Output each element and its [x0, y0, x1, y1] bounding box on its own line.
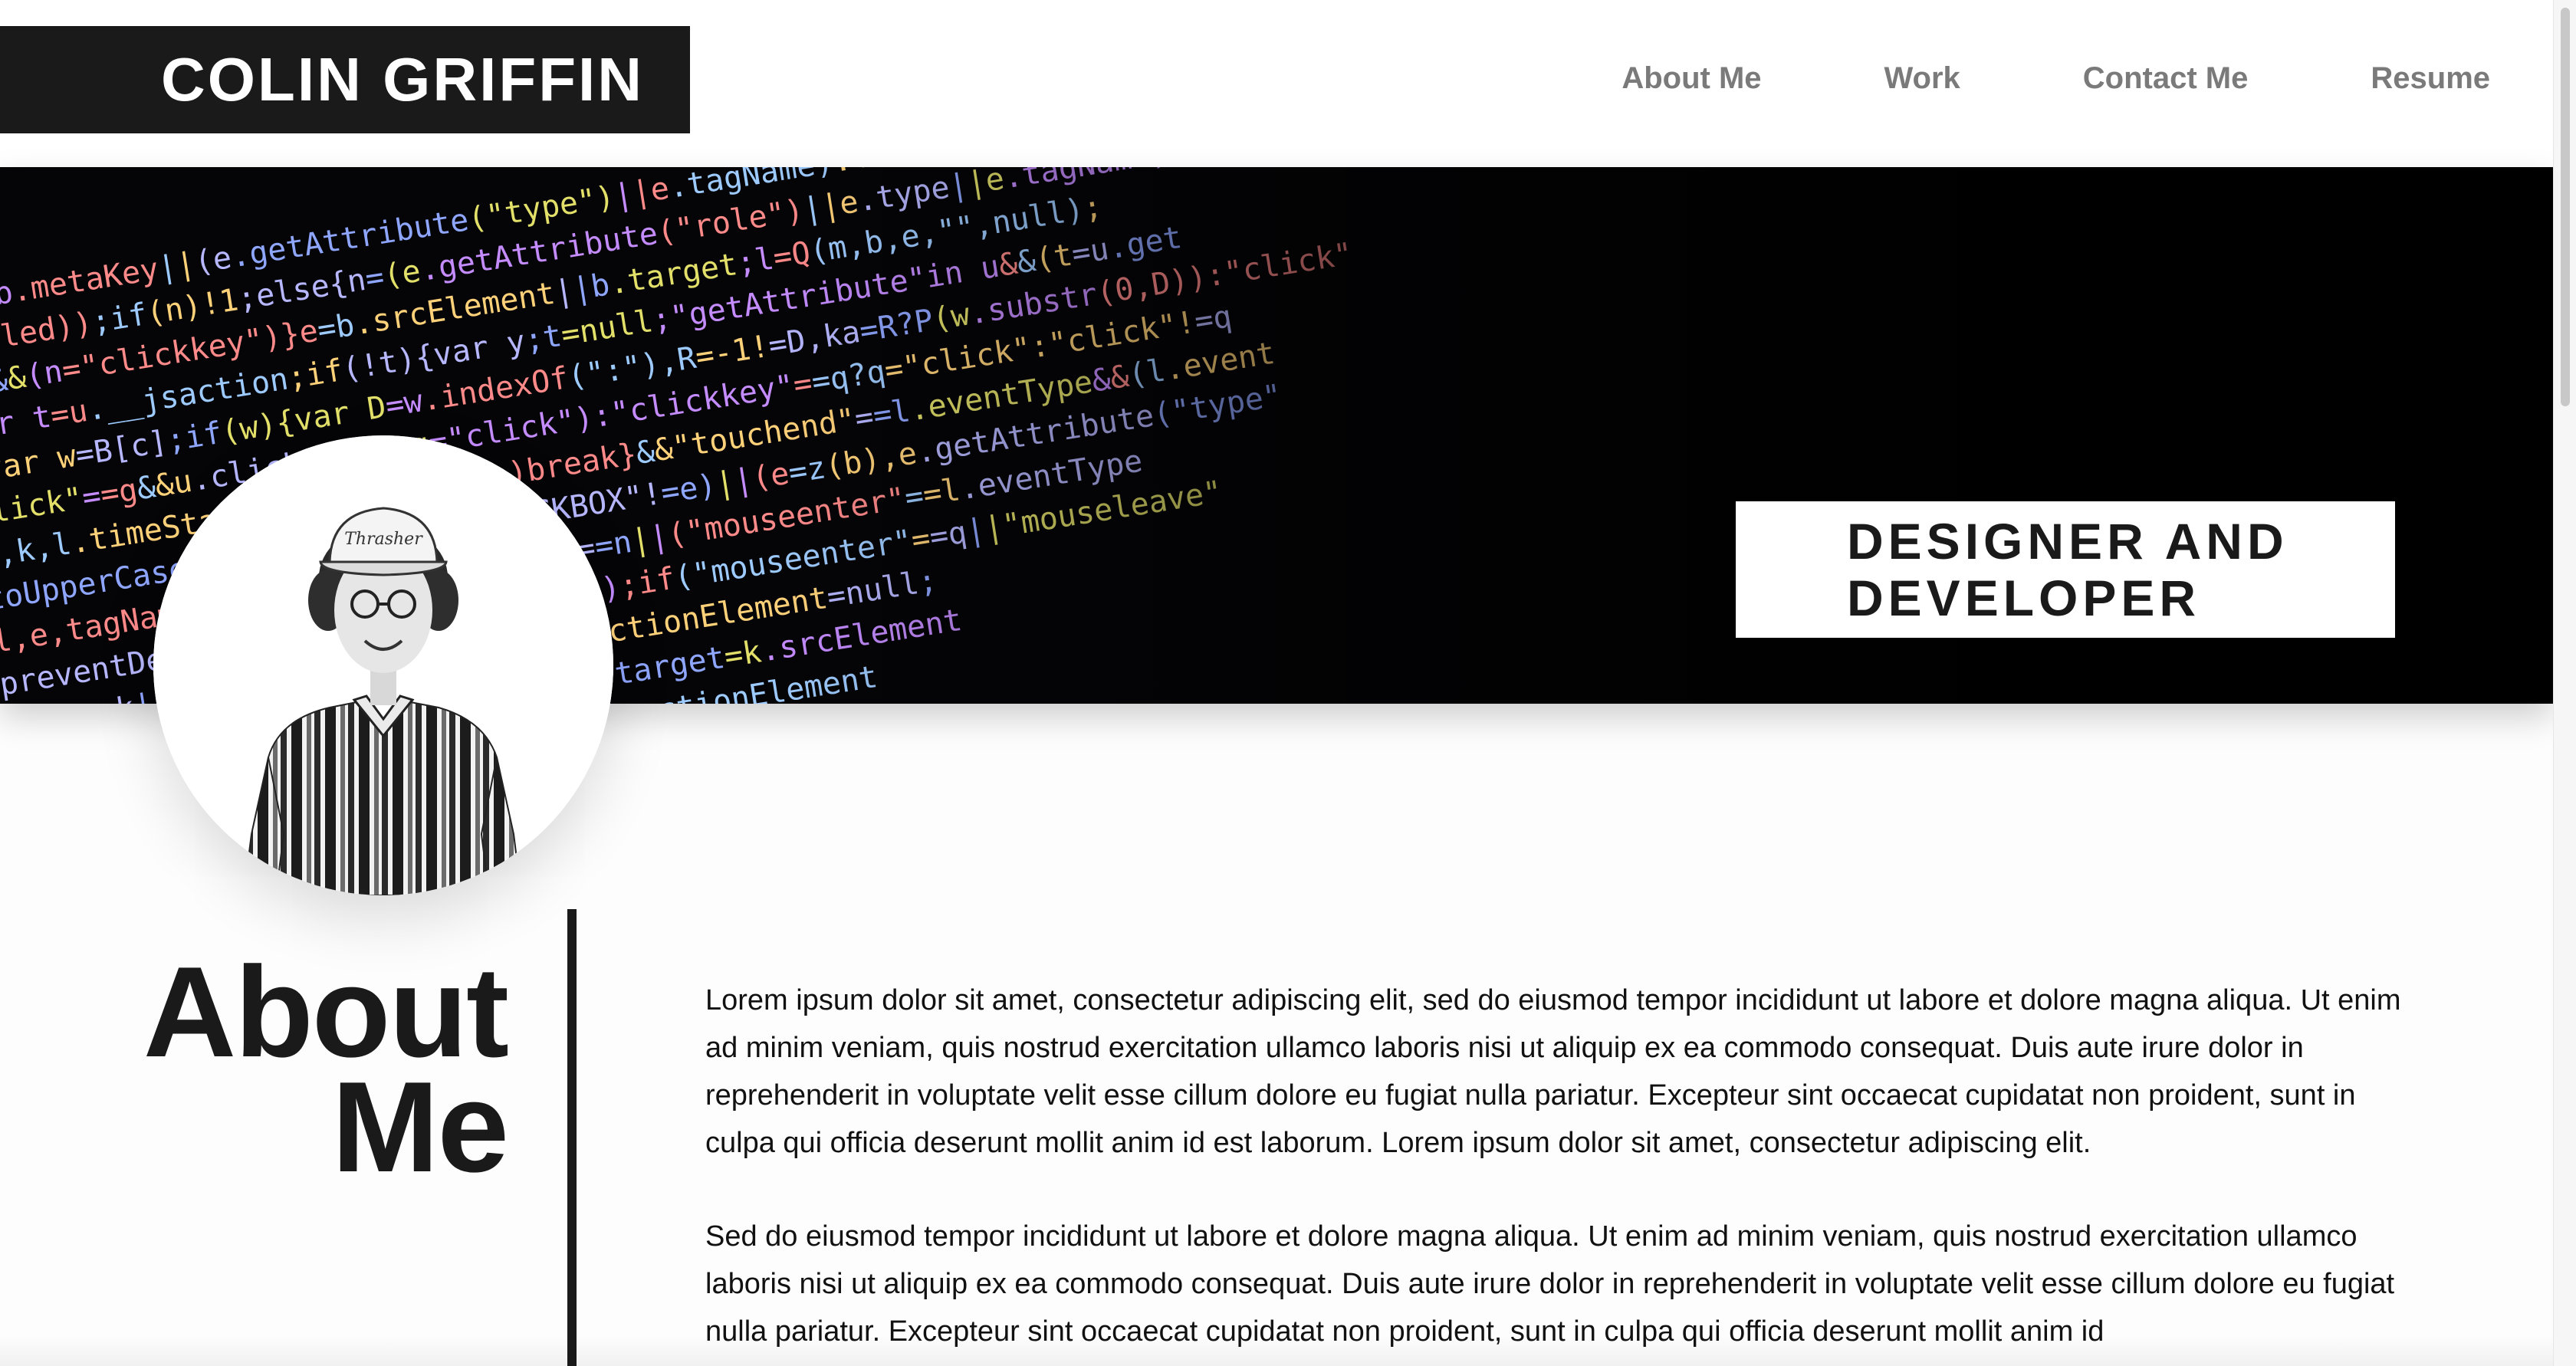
tagline-box: DESIGNER AND DEVELOPER: [1736, 501, 2395, 638]
bottom-fade: [0, 1335, 2553, 1366]
site-header: COLIN GRIFFIN About Me Work Contact Me R…: [0, 0, 2553, 167]
about-heading-line-2: Me: [331, 1055, 509, 1199]
portfolio-page: COLIN GRIFFIN About Me Work Contact Me R…: [0, 0, 2576, 1366]
nav-link-contact-me[interactable]: Contact Me: [2083, 61, 2249, 96]
avatar: Thrasher: [153, 435, 613, 895]
logo-text: COLIN GRIFFIN: [161, 45, 645, 113]
avatar-portrait-image: Thrasher: [153, 435, 613, 895]
nav-link-work[interactable]: Work: [1884, 61, 1960, 96]
main-nav: About Me Work Contact Me Resume: [1622, 48, 2490, 109]
about-paragraph-1: Lorem ipsum dolor sit amet, consectetur …: [705, 984, 2401, 1159]
nav-link-resume[interactable]: Resume: [2371, 61, 2490, 96]
tagline-line-2: DEVELOPER: [1847, 570, 2201, 626]
vertical-scrollbar[interactable]: [2553, 0, 2576, 1366]
about-heading-line-1: About: [143, 940, 509, 1084]
scrollbar-thumb[interactable]: [2561, 8, 2570, 406]
logo[interactable]: COLIN GRIFFIN: [0, 26, 690, 133]
avatar-hat-text: Thrasher: [344, 530, 423, 549]
nav-link-about-me[interactable]: About Me: [1622, 61, 1761, 96]
tagline-line-1: DESIGNER AND: [1847, 513, 2288, 570]
about-paragraph-2: Sed do eiusmod tempor incididunt ut labo…: [705, 1220, 2395, 1348]
about-heading: About Me: [143, 940, 509, 1199]
section-divider: [567, 909, 577, 1366]
about-text: Lorem ipsum dolor sit amet, consectetur …: [705, 977, 2423, 1366]
